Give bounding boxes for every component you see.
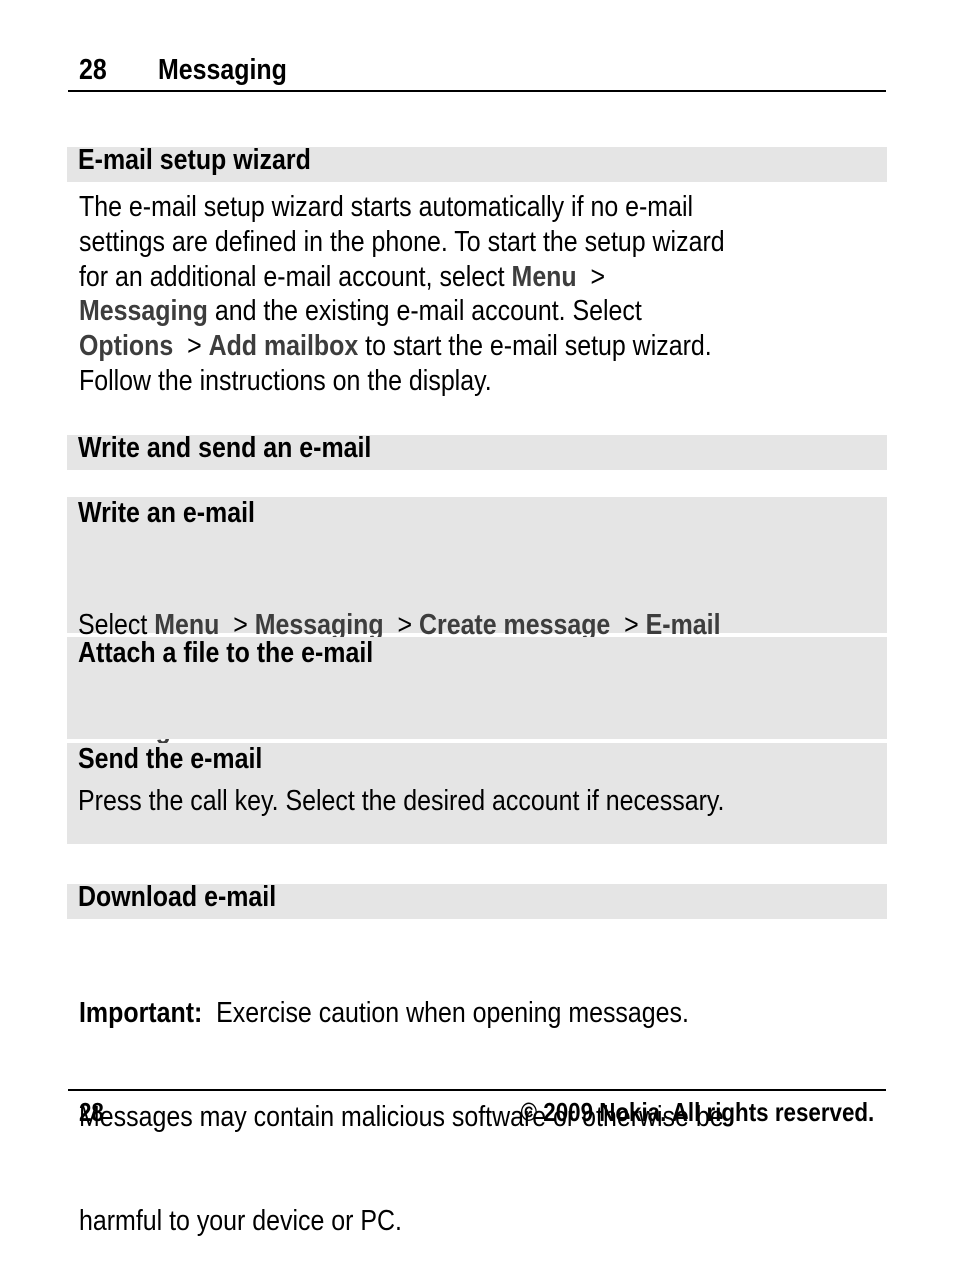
section-heading-band: Write and send an e-mail — [67, 432, 887, 470]
task-box-attach: Attach a file to the e-mail Select Optio… — [67, 637, 887, 781]
header-page-number: 28 — [79, 54, 107, 86]
task-heading-attach: Attach a file to the e-mail — [78, 637, 374, 669]
text: and the existing e-mail account. Select — [207, 295, 642, 328]
task-box-send: Send the e-mail Press the call key. Sele… — [67, 743, 887, 844]
add-mailbox-term: Add mailbox — [208, 330, 359, 363]
separator: > — [173, 330, 209, 363]
options-term: Options — [79, 330, 174, 363]
text-line: Options > Add mailbox to start the e-mai… — [79, 329, 725, 364]
task-heading-send: Send the e-mail — [78, 743, 263, 775]
important-label: Important: — [79, 996, 203, 1029]
text-line: Important: Exercise caution when opening… — [79, 996, 724, 1031]
messaging-term: Messaging — [254, 608, 384, 641]
separator: > — [610, 608, 646, 641]
text-line: Follow the instructions on the display. — [79, 364, 492, 397]
page-footer: 28 © 2009 Nokia. All rights reserved. — [68, 1089, 886, 1131]
menu-term: Menu — [154, 608, 220, 641]
footer-copyright: © 2009 Nokia. All rights reserved. — [520, 1097, 874, 1127]
section-heading-band: E-mail setup wizard — [67, 144, 887, 182]
section-heading-setup-wizard: E-mail setup wizard — [78, 144, 311, 176]
section-heading-download: Download e-mail — [78, 881, 277, 913]
footer-page-number: 28 — [79, 1097, 104, 1127]
text-line: for an additional e-mail account, select… — [79, 260, 725, 295]
create-message-term: Create message — [418, 608, 611, 641]
text-line: settings are defined in the phone. To st… — [79, 225, 725, 258]
text: for an additional e-mail account, select — [79, 260, 512, 293]
text-line: The e-mail setup wizard starts automatic… — [79, 191, 694, 223]
section-heading-band: Download e-mail — [67, 881, 887, 919]
text: Exercise caution when opening messages. — [202, 996, 689, 1029]
text: to start the e-mail setup wizard. — [358, 330, 712, 363]
section-heading-write-send: Write and send an e-mail — [78, 432, 372, 464]
email-term: E-mail — [645, 608, 721, 641]
setup-wizard-paragraph: The e-mail setup wizard starts automatic… — [79, 190, 725, 399]
text-line: harmful to your device or PC. — [79, 1205, 402, 1238]
header-chapter-title: Messaging — [158, 54, 287, 86]
separator: > — [383, 608, 419, 641]
text: Select — [78, 608, 155, 641]
text-line: Messaging and the existing e-mail accoun… — [79, 294, 725, 329]
separator: > — [576, 260, 606, 293]
separator: > — [219, 608, 255, 641]
menu-term: Menu — [511, 260, 577, 293]
page-header: 28 Messaging — [68, 52, 886, 92]
task-box-write: Write an e-mail Select Menu > Messaging … — [67, 497, 887, 745]
task-heading-write: Write an e-mail — [78, 497, 255, 529]
task-text-send: Press the call key. Select the desired a… — [78, 785, 725, 817]
messaging-term: Messaging — [79, 295, 208, 328]
